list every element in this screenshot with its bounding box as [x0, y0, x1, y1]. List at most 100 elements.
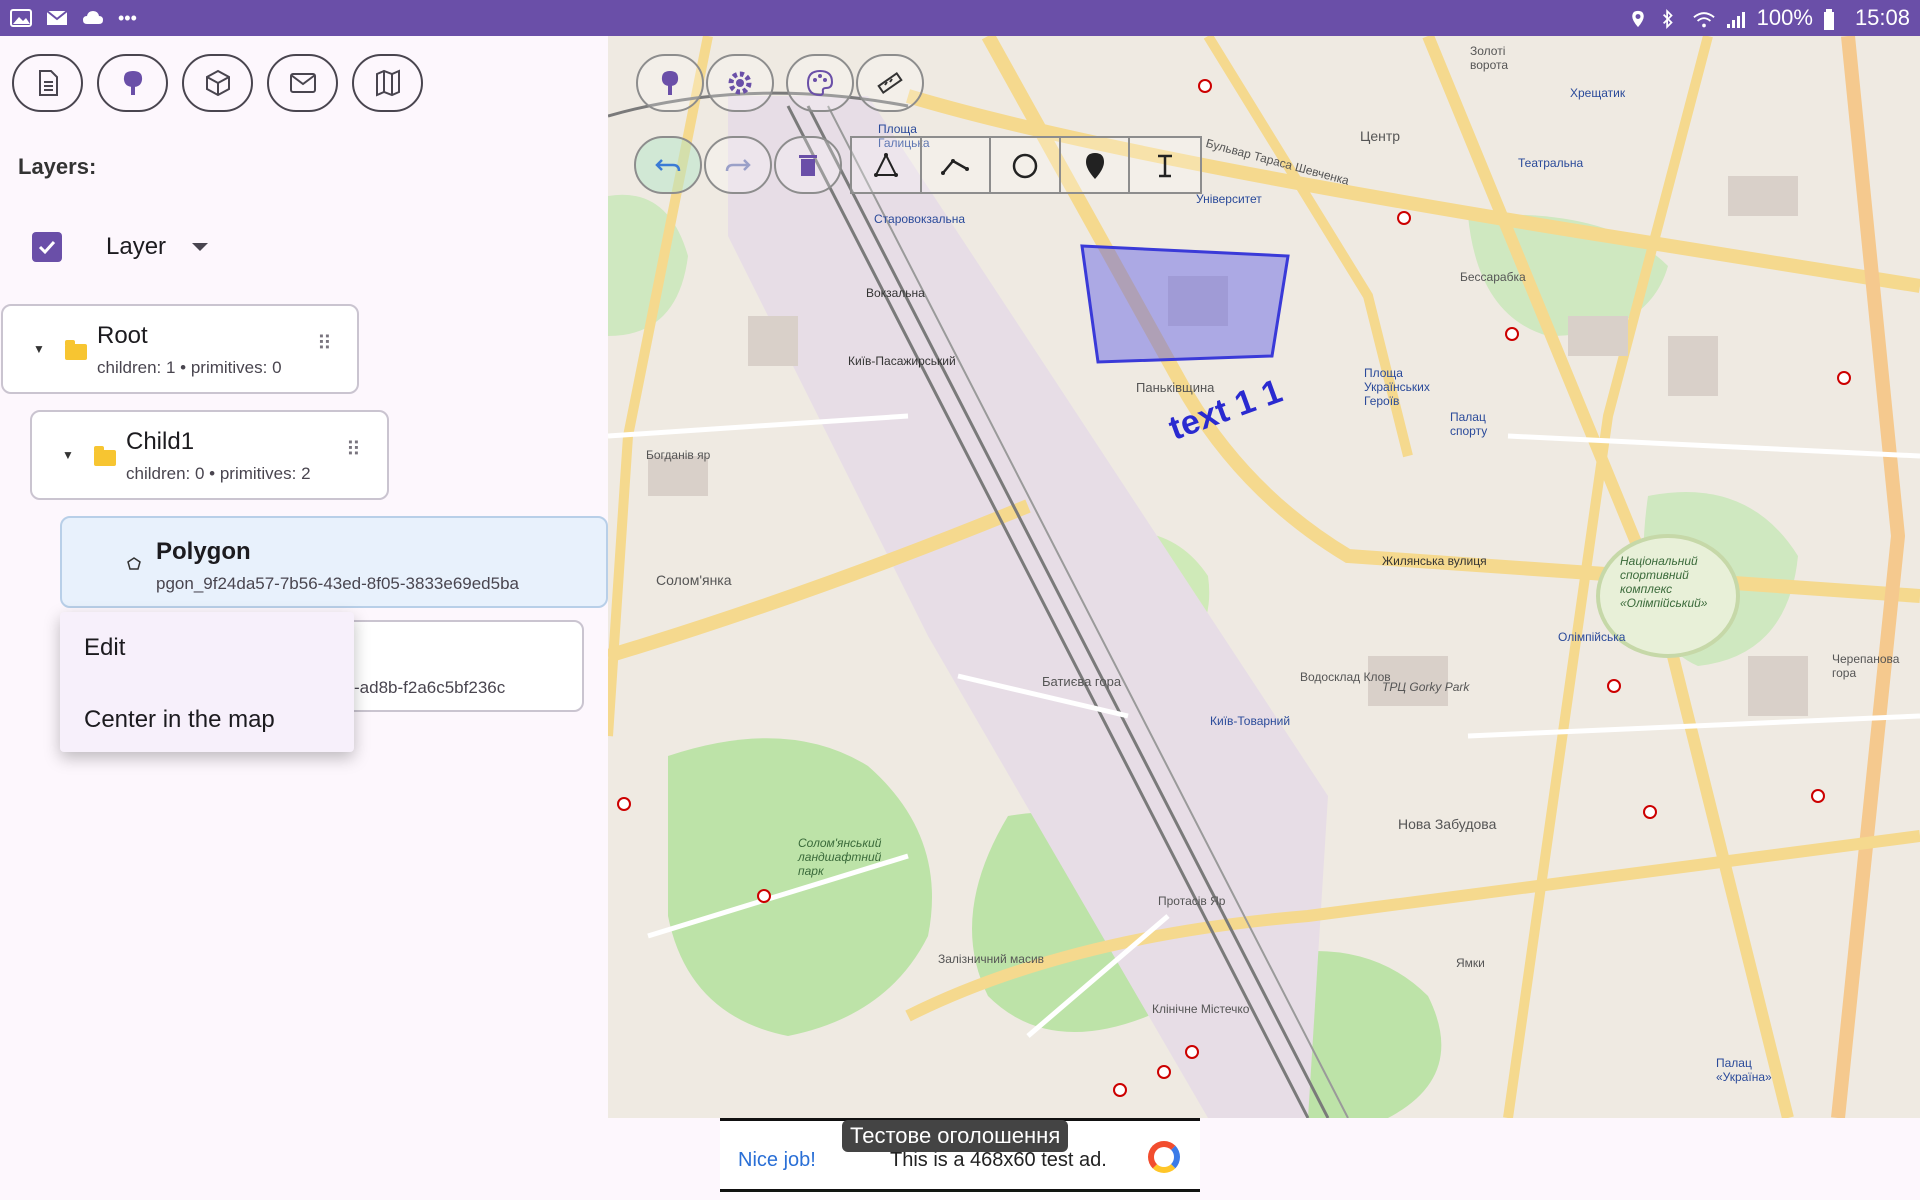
ad-logo-icon: [1148, 1141, 1180, 1173]
status-bar: ••• 100% 15:08: [0, 0, 1920, 36]
map-label: ТРЦ Gorky Park: [1382, 680, 1470, 694]
map-label: Театральна: [1518, 156, 1584, 170]
menu-item-center-in-map[interactable]: Center in the map: [84, 706, 275, 734]
panel-toolbar: [12, 54, 423, 112]
text-tool[interactable]: [1130, 138, 1200, 194]
map-label: Олімпійська: [1558, 630, 1626, 644]
polygon-tool[interactable]: [852, 138, 922, 194]
circle-tool[interactable]: [991, 138, 1061, 194]
location-icon: [1629, 9, 1651, 28]
wifi-icon: [1692, 9, 1715, 28]
palette-button[interactable]: [786, 54, 854, 112]
cloud-icon: [82, 9, 104, 27]
map-label: Київ-Пасажирський: [848, 354, 956, 368]
map-label: Національний спортивний комплекс «Олімпі…: [1620, 554, 1708, 610]
ad-text: This is a 468x60 test ad.: [890, 1149, 1107, 1171]
settings-icon: [728, 71, 752, 95]
mail-icon: [46, 9, 68, 27]
clock: 15:08: [1854, 5, 1910, 30]
tree-icon: [123, 71, 142, 95]
map-label: Бессарабка: [1460, 270, 1526, 284]
map-label: Паньківщина: [1136, 380, 1215, 395]
map-label: Київ-Товарний: [1210, 714, 1291, 728]
ruler-button[interactable]: [856, 54, 924, 112]
mail-button[interactable]: [267, 54, 338, 112]
layers-title: Layers:: [18, 154, 97, 179]
document-button[interactable]: [12, 54, 83, 112]
expand-triangle-icon[interactable]: ▼: [62, 448, 74, 462]
undo-button[interactable]: [634, 136, 702, 194]
node-subtitle: children: 1 • primitives: 0: [97, 358, 282, 377]
map-label: Хрещатик: [1570, 86, 1626, 100]
drag-handle-icon[interactable]: ⠿: [346, 440, 361, 460]
palette-icon: [806, 69, 834, 97]
tree-node-root[interactable]: ▼ Root children: 1 • primitives: 0 ⠿: [1, 304, 359, 394]
chevron-down-icon[interactable]: [192, 243, 209, 251]
marker-tool[interactable]: [1061, 138, 1131, 194]
menu-item-edit[interactable]: Edit: [84, 634, 125, 662]
polygon-icon: [127, 557, 141, 570]
document-icon: [38, 70, 58, 96]
context-menu: Edit Center in the map: [60, 612, 354, 752]
tree-node-child1[interactable]: ▼ Child1 children: 0 • primitives: 2 ⠿: [30, 410, 389, 500]
bluetooth-icon: [1661, 9, 1683, 29]
settings-button[interactable]: [706, 54, 774, 112]
map-label: Солом'янський ландшафтний парк: [798, 836, 882, 878]
undo-icon: [655, 159, 681, 172]
pin-button[interactable]: [636, 54, 704, 112]
map-label: Університет: [1196, 192, 1262, 206]
map-view[interactable]: Солом'янка Богданів яр Київ-Пасажирський…: [608, 36, 1920, 1118]
ad-tooltip: Тестове оголошення: [842, 1120, 1069, 1152]
folder-icon: [94, 446, 116, 466]
ad-headline: Nice job!: [738, 1149, 816, 1171]
drag-handle-icon[interactable]: ⠿: [317, 334, 332, 354]
map-label: Жилянська вулиця: [1382, 554, 1487, 568]
marker-tool-icon: [1085, 153, 1104, 179]
node-title: Polygon: [156, 538, 251, 565]
expand-triangle-icon[interactable]: ▼: [33, 342, 45, 356]
node-title: Child1: [126, 428, 195, 455]
map-label: Залізничний масив: [938, 952, 1045, 966]
delete-icon: [799, 155, 817, 176]
layers-panel: Layers: Layer ▼ Root children: 1 • primi…: [0, 36, 608, 1118]
map-icon: [375, 69, 400, 97]
tree-node-polygon[interactable]: Polygon pgon_9f24da57-7b56-43ed-8f05-383…: [60, 516, 608, 608]
folder-icon: [65, 340, 87, 360]
map-label: Вокзальна: [866, 286, 925, 300]
layer-name[interactable]: Layer: [106, 233, 166, 261]
redo-button[interactable]: [704, 136, 772, 194]
map-button[interactable]: [352, 54, 423, 112]
pin-icon: [661, 71, 679, 95]
map-label: Площа Українських Героїв: [1364, 366, 1430, 408]
node-subtitle: children: 0 • primitives: 2: [126, 464, 311, 483]
map-label: Старовокзальна: [874, 212, 966, 226]
map-label: Батиєва гора: [1042, 674, 1122, 689]
check-icon: [38, 240, 56, 255]
delete-button[interactable]: [774, 136, 842, 194]
map-label: Золоті ворота: [1470, 44, 1509, 72]
battery-percent: 100%: [1756, 5, 1813, 30]
cube-icon: [205, 69, 230, 97]
map-label: Центр: [1360, 128, 1401, 144]
polygon-tool-icon: [873, 152, 898, 177]
map-label: Палац спорту: [1450, 410, 1488, 438]
map-tiles: [608, 36, 1920, 1118]
polyline-tool[interactable]: [922, 138, 992, 194]
node-subtitle: -ad8b-f2a6c5bf236c: [354, 678, 506, 697]
gallery-icon: [10, 9, 32, 27]
map-label: Водосклад Клов: [1300, 670, 1391, 684]
circle-tool-icon: [1012, 153, 1038, 179]
layer-visibility-checkbox[interactable]: [32, 232, 62, 262]
polyline-tool-icon: [941, 159, 970, 175]
cube-button[interactable]: [182, 54, 253, 112]
map-label: Солом'янка: [656, 572, 732, 588]
text-tool-icon: [1158, 154, 1173, 178]
redo-icon: [725, 159, 751, 172]
map-label: Ямки: [1456, 956, 1485, 970]
signal-icon: [1725, 9, 1747, 28]
mail-icon: [289, 73, 316, 93]
map-label: Палац «Україна»: [1716, 1056, 1772, 1084]
battery-icon: [1823, 9, 1845, 30]
tree-button[interactable]: [97, 54, 168, 112]
node-subtitle: pgon_9f24da57-7b56-43ed-8f05-3833e69ed5b…: [156, 574, 520, 593]
